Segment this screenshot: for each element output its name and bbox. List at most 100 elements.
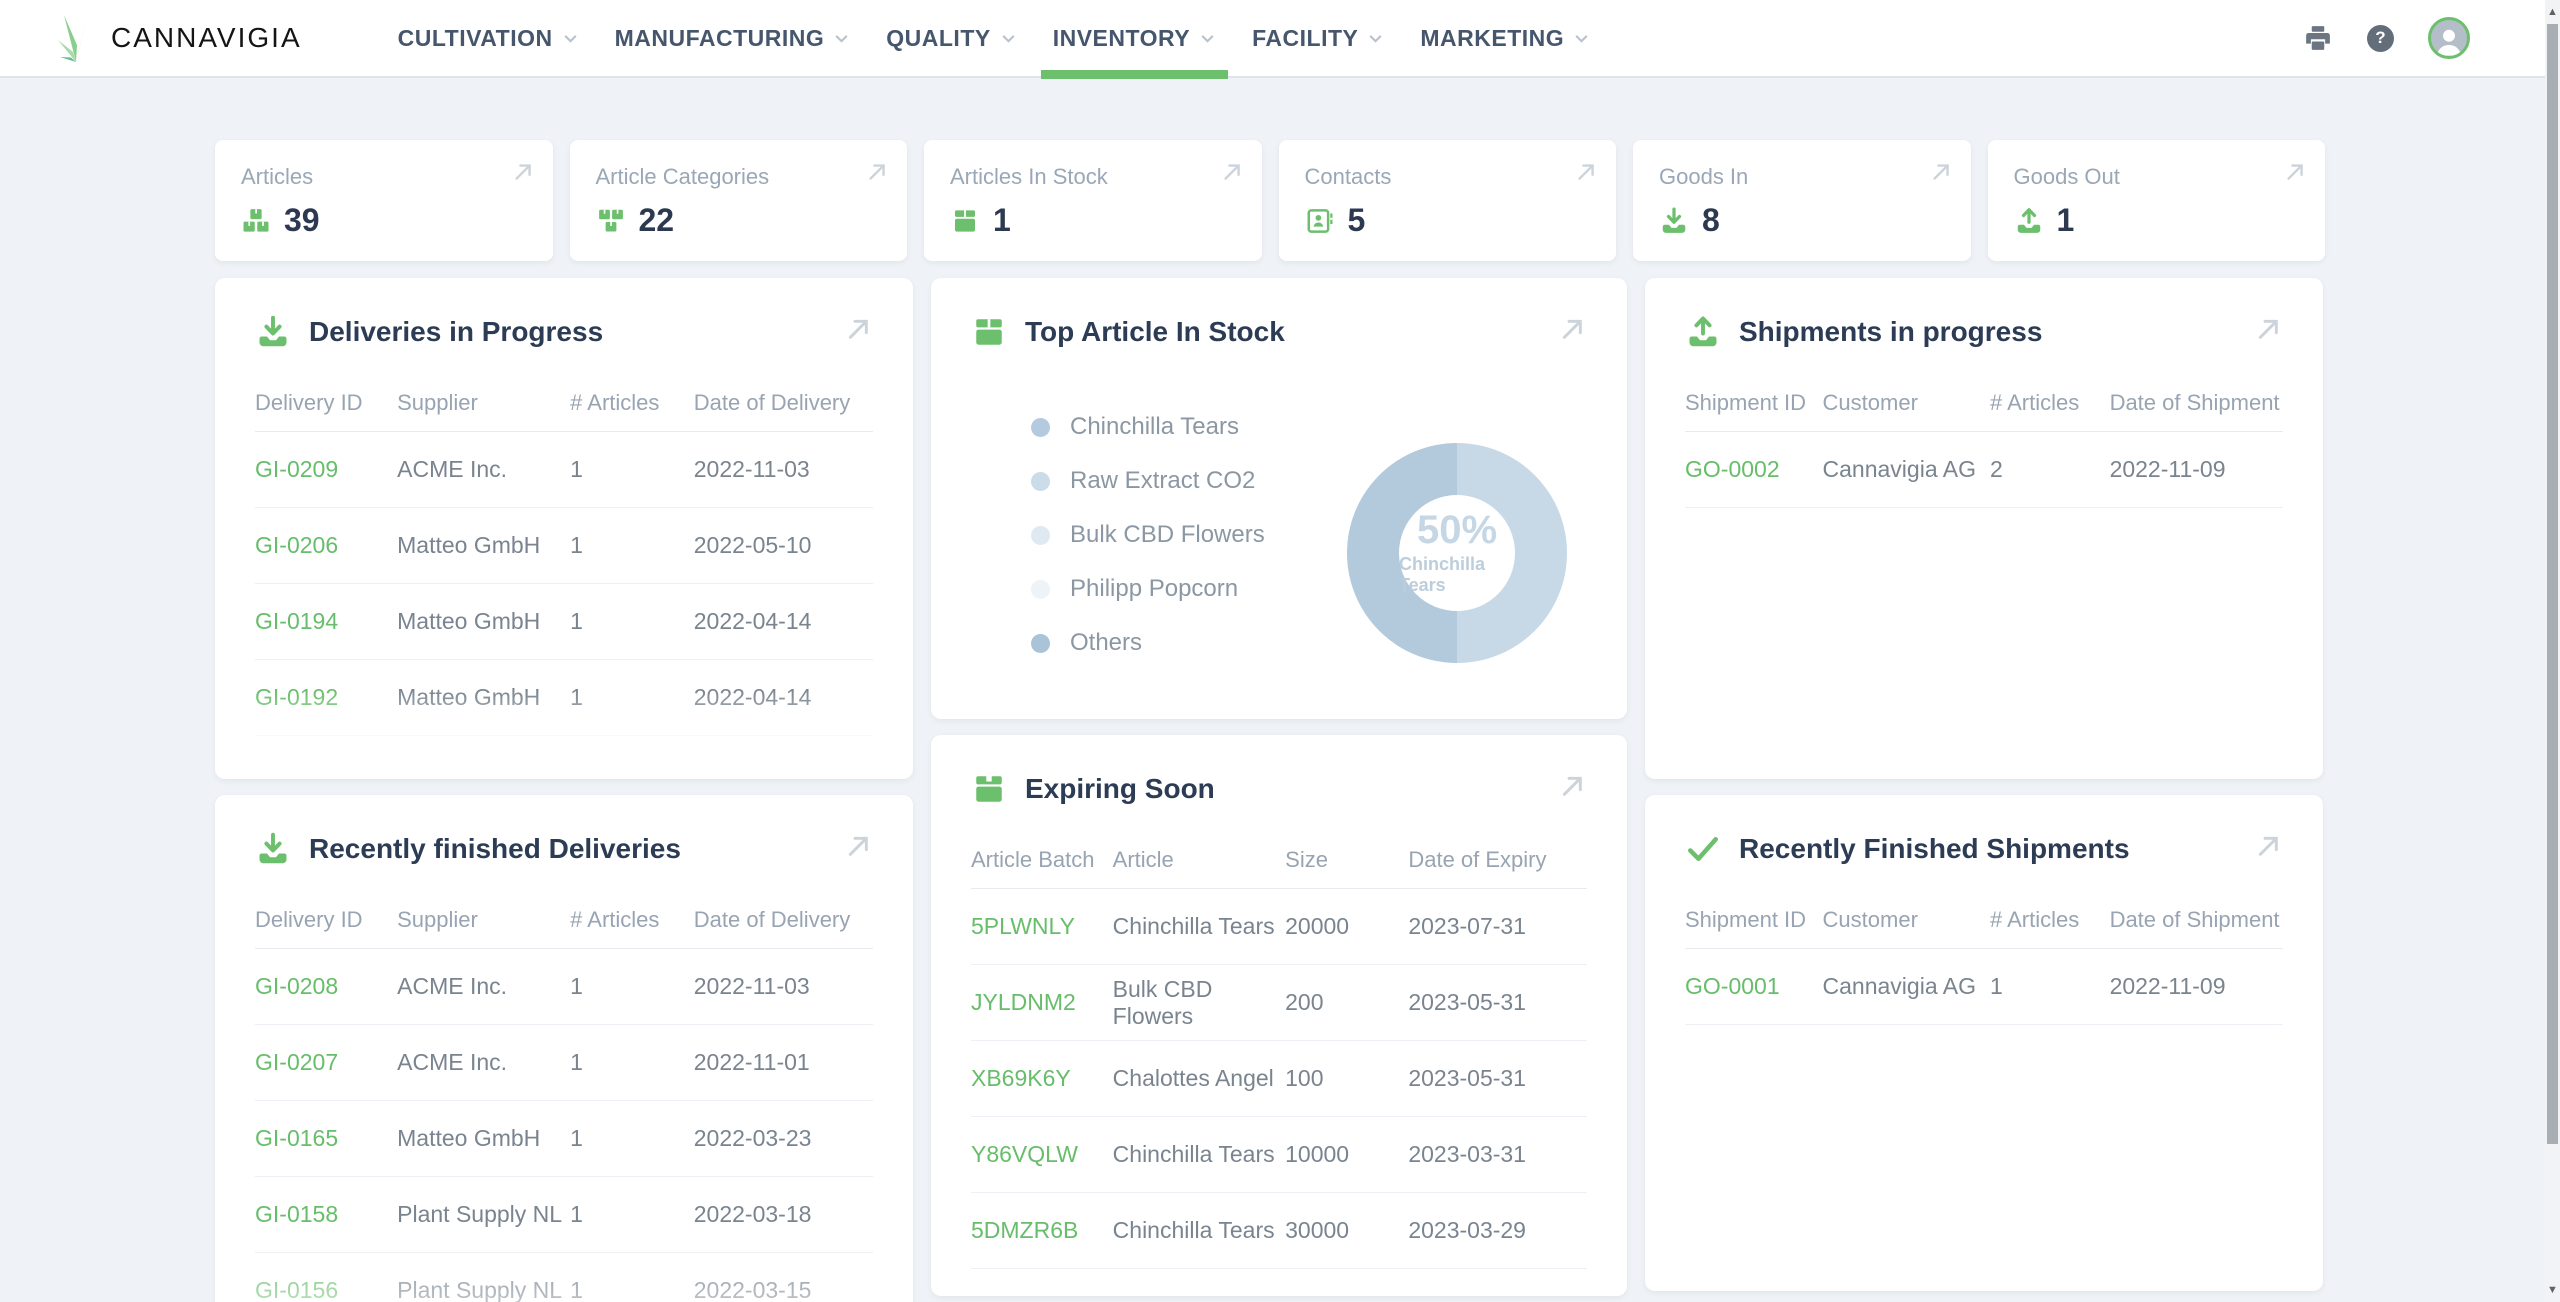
nav-item-quality[interactable]: QUALITY	[868, 0, 1034, 77]
delivery-id-link[interactable]: GI-0208	[255, 973, 397, 1000]
column-header: Article Batch	[971, 847, 1113, 873]
delivery-id-link[interactable]: GI-0209	[255, 456, 397, 483]
stat-value: 8	[1702, 202, 1720, 239]
column-header: Date of Delivery	[694, 907, 873, 933]
external-link-icon[interactable]	[1927, 158, 1953, 184]
article-batch-link[interactable]: JYLDNM2	[971, 989, 1113, 1016]
external-link-icon[interactable]	[841, 312, 873, 344]
stat-value: 22	[639, 202, 675, 239]
header-actions: ?	[2303, 17, 2520, 59]
stat-value: 1	[993, 202, 1011, 239]
goods-out-icon	[1685, 314, 1721, 350]
column-header: # Articles	[1990, 390, 2110, 416]
legend-dot	[1031, 418, 1050, 437]
delivery-id-link[interactable]: GI-0158	[255, 1201, 397, 1228]
delivery-id-link[interactable]: GI-0194	[255, 608, 397, 635]
delivery-id-link[interactable]: GI-0206	[255, 532, 397, 559]
table-row: GI-0158 Plant Supply NL 1 2022-03-18	[255, 1177, 873, 1253]
donut-center-label: 50% Chinchilla Tears	[1399, 495, 1515, 611]
recently-finished-shipments-table: Shipment ID Customer # Articles Date of …	[1685, 891, 2283, 1025]
scroll-up-arrow-icon[interactable]: ▲	[2545, 2, 2560, 22]
package-icon	[971, 314, 1007, 350]
scroll-down-arrow-icon[interactable]: ▼	[2545, 1280, 2560, 1300]
panel-recently-finished-shipments: Recently Finished Shipments Shipment ID …	[1645, 795, 2323, 1291]
panel-title: Recently finished Deliveries	[309, 833, 681, 865]
panel-title: Recently Finished Shipments	[1739, 833, 2130, 865]
brand-name: CANNAVIGIA	[111, 22, 302, 54]
nav-item-inventory[interactable]: INVENTORY	[1035, 0, 1234, 77]
delivery-id-link[interactable]: GI-0207	[255, 1049, 397, 1076]
check-icon	[1685, 831, 1721, 867]
top-article-chart: Chinchilla Tears Raw Extract CO2 Bulk CB…	[971, 400, 1587, 700]
table-row: GI-0085 Plant Supply NL 1 2022-02-04	[255, 736, 873, 779]
delivery-id-link[interactable]: GI-0192	[255, 684, 397, 711]
external-link-icon[interactable]	[1572, 158, 1598, 184]
nav-item-facility[interactable]: FACILITY	[1234, 0, 1402, 77]
column-header: # Articles	[570, 390, 694, 416]
column-header: Supplier	[397, 907, 570, 933]
legend-item[interactable]: Chinchilla Tears	[1031, 400, 1587, 454]
panel-title: Shipments in progress	[1739, 316, 2042, 348]
external-link-icon[interactable]	[509, 158, 535, 184]
external-link-icon[interactable]	[863, 158, 889, 184]
stock-box-icon	[950, 206, 980, 236]
panel-top-article-in-stock: Top Article In Stock Chinchilla Tears R	[931, 278, 1627, 719]
chevron-down-icon	[1199, 30, 1216, 47]
nav-item-cultivation[interactable]: CULTIVATION	[380, 0, 597, 77]
article-batch-link[interactable]: Y86VQLW	[971, 1141, 1113, 1168]
column-header: Article	[1113, 847, 1285, 873]
stats-row: Articles 39 Article Categories	[215, 140, 2325, 261]
scrollbar-thumb[interactable]	[2547, 24, 2558, 1144]
panel-shipments-in-progress: Shipments in progress Shipment ID Custom…	[1645, 278, 2323, 779]
table-row: 5PLWNLY Chinchilla Tears 20000 2023-07-3…	[971, 889, 1587, 965]
article-batch-link[interactable]: XB69K6Y	[971, 1065, 1113, 1092]
brand-logo[interactable]: CANNAVIGIA	[55, 12, 302, 64]
vertical-scrollbar[interactable]: ▲ ▼	[2545, 0, 2560, 1302]
main-nav: CULTIVATION MANUFACTURING QUALITY INVENT…	[380, 0, 1609, 77]
article-batch-link[interactable]: 5PLWNLY	[971, 913, 1113, 940]
help-icon[interactable]: ?	[2367, 25, 2394, 52]
dashboard-content: Articles 39 Article Categories	[0, 78, 2560, 1302]
shipment-id-link[interactable]: GO-0001	[1685, 973, 1823, 1000]
stat-label: Contacts	[1305, 164, 1591, 190]
column-header: Customer	[1823, 907, 1990, 933]
delivery-id-link[interactable]: GI-0165	[255, 1125, 397, 1152]
column-header: Date of Delivery	[694, 390, 873, 416]
delivery-id-link[interactable]: GI-0156	[255, 1277, 397, 1302]
external-link-icon[interactable]	[1555, 769, 1587, 801]
external-link-icon[interactable]	[2281, 158, 2307, 184]
articles-boxes-icon	[241, 206, 271, 236]
shipments-in-progress-table: Shipment ID Customer # Articles Date of …	[1685, 374, 2283, 508]
table-row: GO-0002 Cannavigia AG 2 2022-11-09	[1685, 432, 2283, 508]
chevron-down-icon	[1000, 30, 1017, 47]
stat-value: 1	[2057, 202, 2075, 239]
chevron-down-icon	[1367, 30, 1384, 47]
external-link-icon[interactable]	[841, 829, 873, 861]
table-row: GI-0209 ACME Inc. 1 2022-11-03	[255, 432, 873, 508]
external-link-icon[interactable]	[1218, 158, 1244, 184]
shipment-id-link[interactable]: GO-0002	[1685, 456, 1823, 483]
external-link-icon[interactable]	[2251, 312, 2283, 344]
nav-item-manufacturing[interactable]: MANUFACTURING	[597, 0, 869, 77]
table-row: XB69K6Y Chalottes Angel 100 2023-05-31	[971, 1041, 1587, 1117]
delivery-id-link[interactable]: GI-0085	[255, 760, 397, 779]
table-row: GI-0156 Plant Supply NL 1 2022-03-15	[255, 1253, 873, 1302]
donut-chart[interactable]: 50% Chinchilla Tears	[1347, 443, 1567, 663]
table-row: GI-0194 Matteo GmbH 1 2022-04-14	[255, 584, 873, 660]
stat-card-goods-out: Goods Out 1	[1988, 140, 2326, 261]
article-batch-link[interactable]: 5DMZR6B	[971, 1217, 1113, 1244]
column-header: # Articles	[570, 907, 694, 933]
stat-card-articles: Articles 39	[215, 140, 553, 261]
external-link-icon[interactable]	[2251, 829, 2283, 861]
column-header: Customer	[1823, 390, 1990, 416]
stat-card-articles-in-stock: Articles In Stock 1	[924, 140, 1262, 261]
user-avatar[interactable]	[2428, 17, 2470, 59]
external-link-icon[interactable]	[1555, 312, 1587, 344]
printer-icon[interactable]	[2303, 23, 2333, 53]
stat-label: Goods Out	[2014, 164, 2300, 190]
package-icon	[971, 771, 1007, 807]
stat-card-goods-in: Goods In 8	[1633, 140, 1971, 261]
nav-item-marketing[interactable]: MARKETING	[1402, 0, 1608, 77]
legend-dot	[1031, 526, 1050, 545]
column-header: Supplier	[397, 390, 570, 416]
